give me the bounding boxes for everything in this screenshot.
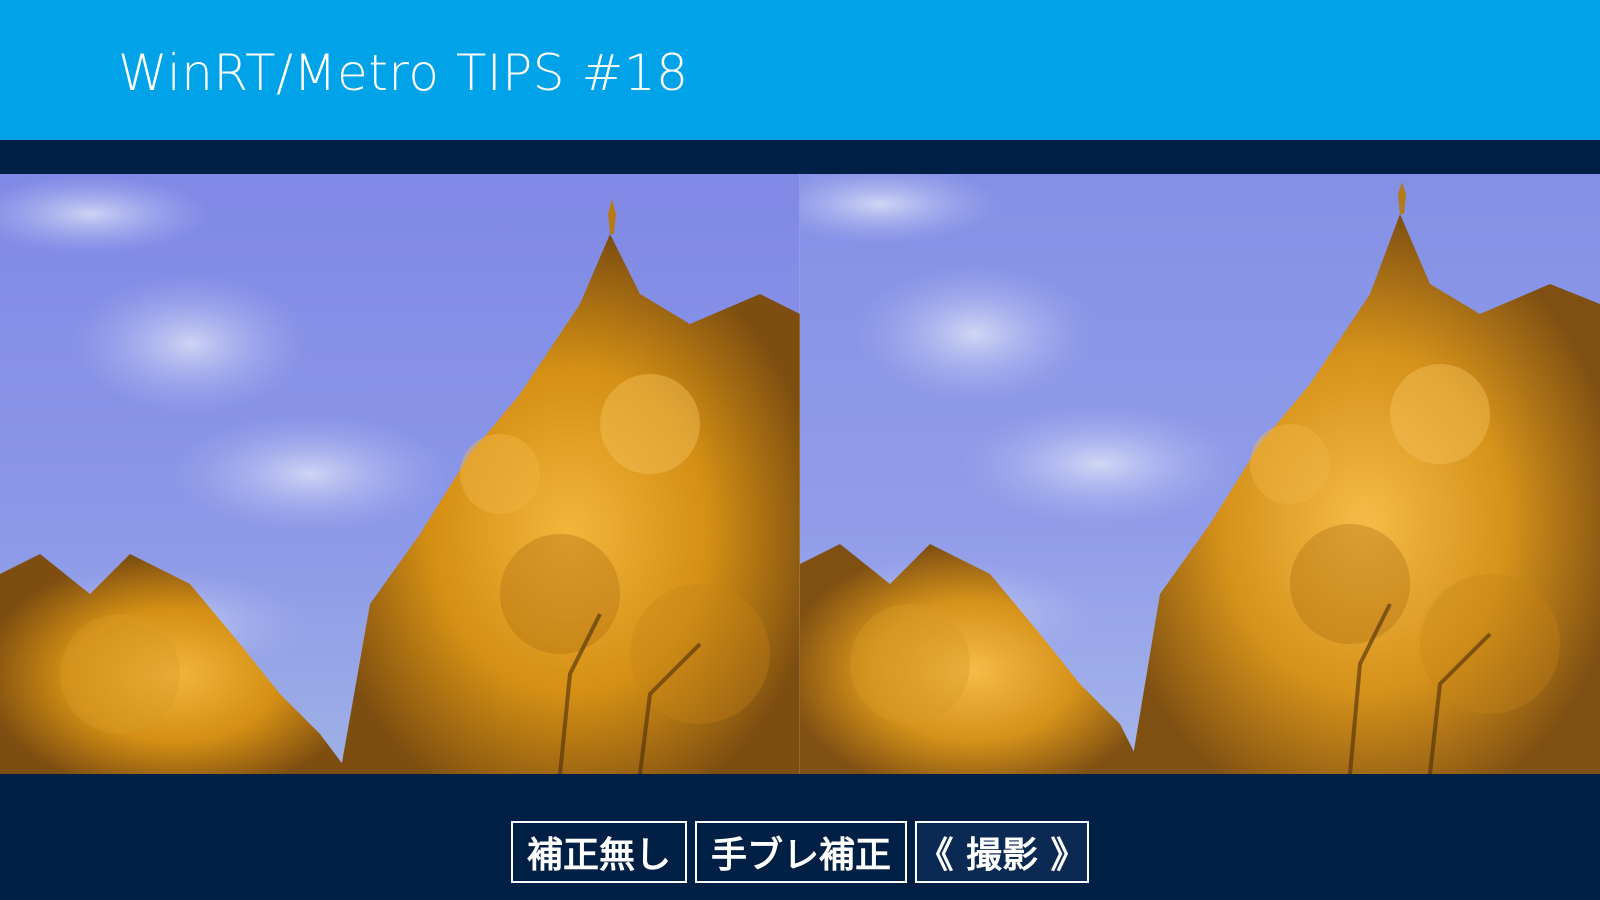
capture-button[interactable]: 《 撮影 》 — [915, 821, 1089, 883]
header-bar: WinRT/Metro TIPS #18 — [0, 0, 1600, 140]
capture-toolbar: 補正無し 手ブレ補正 《 撮影 》 — [511, 821, 1089, 887]
photo-original — [0, 174, 800, 774]
preview-stabilized — [800, 174, 1600, 774]
page-title: WinRT/Metro TIPS #18 — [118, 44, 689, 102]
preview-original — [0, 174, 800, 774]
app-window: WinRT/Metro TIPS #18 補正無し 手ブレ補正 《 撮影 》 — [0, 0, 1600, 900]
no-correction-button[interactable]: 補正無し — [511, 821, 687, 883]
photo-stabilized — [800, 174, 1600, 774]
stabilization-button[interactable]: 手ブレ補正 — [695, 821, 907, 883]
